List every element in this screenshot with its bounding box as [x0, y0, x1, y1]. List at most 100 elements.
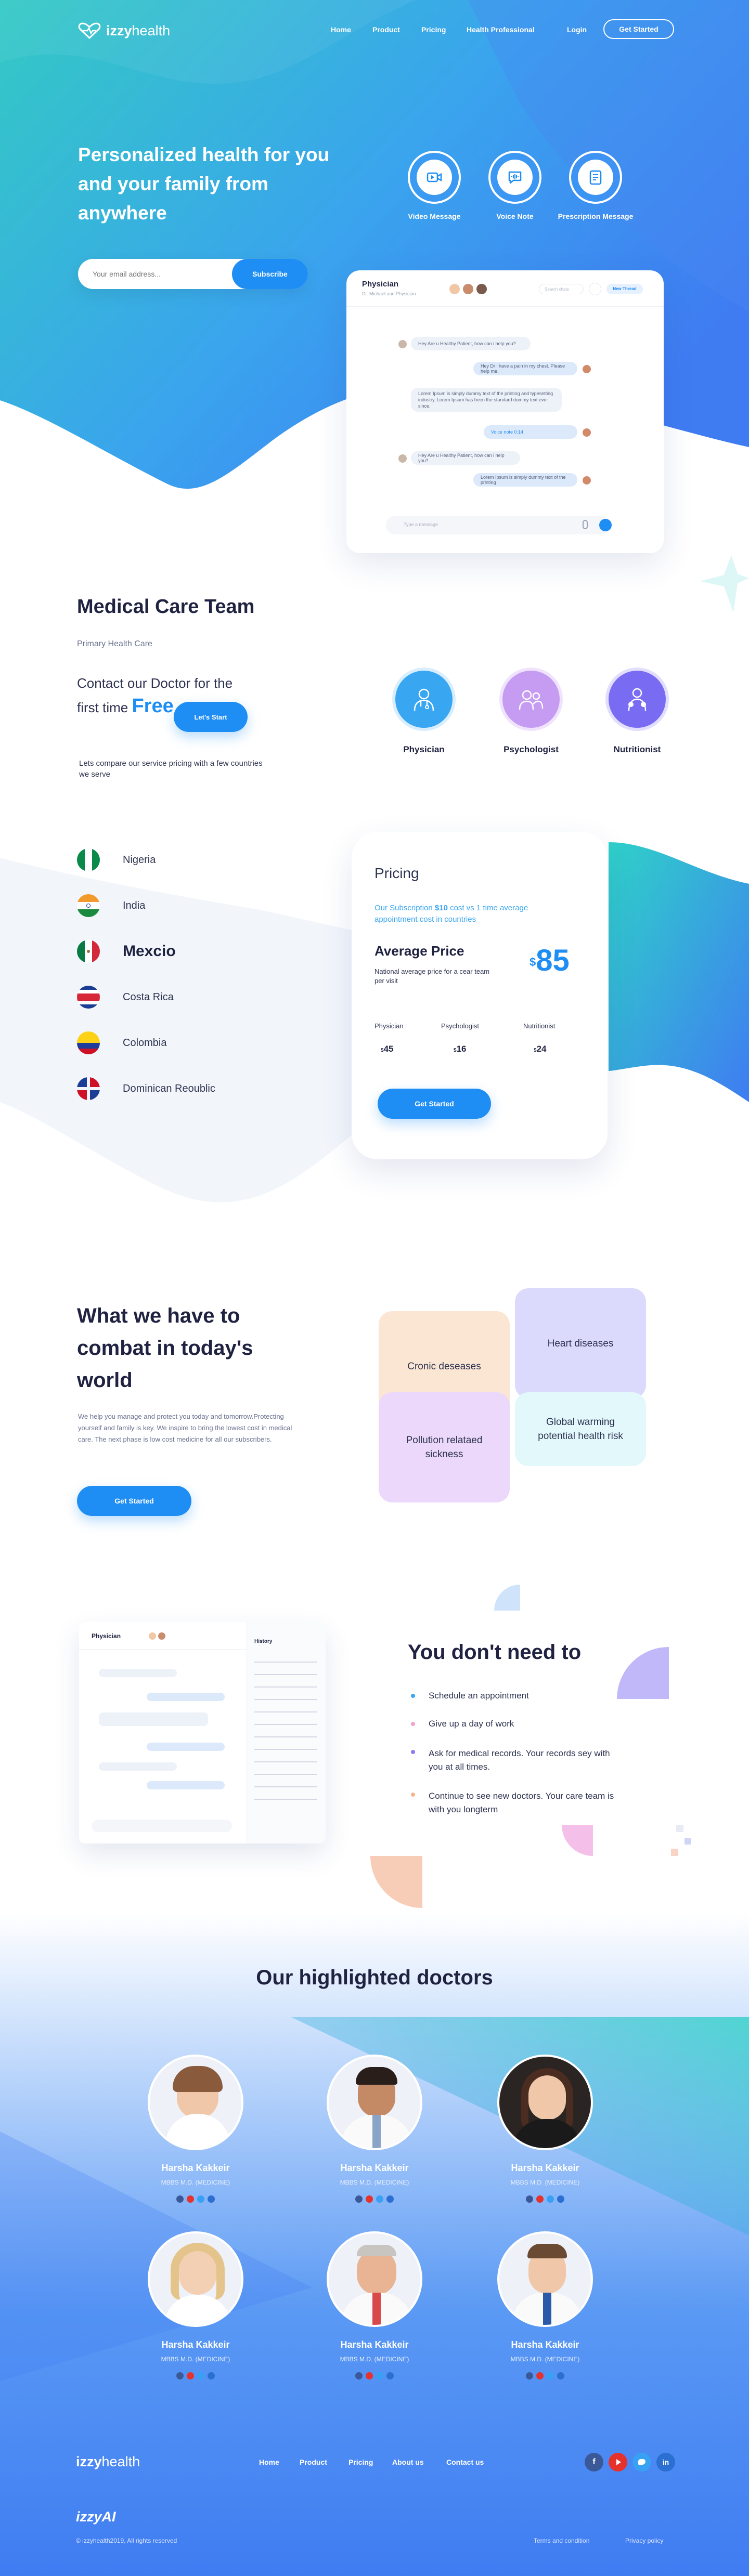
role-physician[interactable]: Physician	[392, 668, 456, 755]
brand-logo[interactable]: izzy health	[78, 22, 170, 40]
facebook-icon[interactable]	[355, 2372, 363, 2379]
doctor-card[interactable]: Harsha Kakkeir MBBS M.D. (MEDICINE)	[322, 2231, 427, 2379]
avatar	[583, 365, 591, 373]
doctor-name: Harsha Kakkeir	[340, 2163, 409, 2173]
hero-title: Personalized health for you and your fam…	[78, 144, 330, 224]
twitter-icon[interactable]	[376, 2195, 383, 2203]
footer-link-about[interactable]: About us	[392, 2458, 424, 2466]
nav-pricing[interactable]: Pricing	[421, 25, 446, 34]
linkedin-icon[interactable]	[208, 2195, 215, 2203]
linkedin-icon[interactable]	[208, 2372, 215, 2379]
doctor-card[interactable]: Harsha Kakkeir MBBS M.D. (MEDICINE)	[493, 2055, 597, 2203]
footer-link-contact[interactable]: Contact us	[446, 2458, 484, 2466]
lets-start-button[interactable]: Let's Start	[174, 702, 248, 732]
facebook-icon[interactable]	[526, 2372, 533, 2379]
youtube-icon[interactable]	[366, 2372, 373, 2379]
copyright: © izzyhealth2019, All rights reserved	[76, 2537, 177, 2544]
linkedin-icon[interactable]	[386, 2372, 394, 2379]
role-psychologist[interactable]: Psychologist	[499, 668, 563, 755]
footer-brand-bold: izzy	[76, 2454, 102, 2469]
chat-header: Physician Dr. Michael and Physician Sear…	[346, 270, 664, 307]
twitter-icon[interactable]	[547, 2195, 554, 2203]
linkedin-icon[interactable]: in	[656, 2453, 675, 2472]
subscribe-button[interactable]: Subscribe	[232, 259, 308, 289]
mini-input[interactable]	[92, 1820, 232, 1832]
nav-home[interactable]: Home	[331, 25, 351, 34]
mini-message	[99, 1712, 208, 1726]
country-mexico[interactable]: Mexcio	[77, 940, 176, 963]
get-started-nav-button[interactable]: Get Started	[603, 19, 674, 39]
izzyai-logo[interactable]: izzyAI	[76, 2509, 116, 2525]
role-nutritionist[interactable]: Nutritionist	[605, 668, 669, 755]
average-price-desc: National average price for a cear team p…	[374, 967, 490, 985]
country-name: India	[123, 899, 146, 911]
linkedin-icon[interactable]	[386, 2195, 394, 2203]
footer-link-product[interactable]: Product	[300, 2458, 327, 2466]
doctor-card[interactable]: Harsha Kakkeir MBBS M.D. (MEDICINE)	[322, 2055, 427, 2203]
linkedin-icon[interactable]	[557, 2195, 564, 2203]
country-dominican-republic[interactable]: Dominican Reoublic	[77, 1077, 215, 1100]
chat-message-input[interactable]: Type a message	[386, 516, 610, 534]
youtube-icon[interactable]	[536, 2372, 544, 2379]
youtube-icon[interactable]	[609, 2453, 627, 2472]
dont-need-item: Ask for medical records. Your records se…	[429, 1748, 610, 1772]
chat-search-input[interactable]: Search chats	[539, 284, 584, 294]
tile-global-warming: Global warming potential health risk	[515, 1392, 646, 1466]
twitter-icon[interactable]	[632, 2453, 651, 2472]
doctor-card[interactable]: Harsha Kakkeir MBBS M.D. (MEDICINE)	[144, 2231, 248, 2379]
facebook-icon[interactable]	[176, 2195, 184, 2203]
doctor-degree: MBBS M.D. (MEDICINE)	[510, 2356, 580, 2363]
twitter-icon[interactable]	[197, 2195, 204, 2203]
doctor-photo	[497, 2231, 593, 2327]
footer-brand-light: health	[101, 2454, 140, 2469]
chat-message: Lorem Ipsum is simply dummy text of the …	[473, 473, 577, 487]
nav-product[interactable]: Product	[372, 25, 400, 34]
country-name: Dominican Reoublic	[123, 1082, 215, 1094]
facebook-icon[interactable]: f	[585, 2453, 603, 2472]
terms-link[interactable]: Terms and condition	[534, 2537, 589, 2544]
country-costa-rica[interactable]: Costa Rica	[77, 986, 174, 1009]
country-colombia[interactable]: Colombia	[77, 1031, 166, 1054]
nav-health-professional[interactable]: Health Professional	[467, 25, 535, 34]
feature-prescription-message[interactable]: Prescription Message	[557, 151, 635, 220]
email-input[interactable]	[93, 259, 228, 289]
facebook-icon[interactable]	[526, 2195, 533, 2203]
dominican-flag-icon	[77, 1077, 100, 1100]
twitter-icon[interactable]	[376, 2372, 383, 2379]
country-nigeria[interactable]: Nigeria	[77, 848, 156, 871]
new-thread-button[interactable]: New Thread	[606, 284, 643, 294]
doctor-name: Harsha Kakkeir	[161, 2339, 230, 2350]
voice-note-message[interactable]: Voice note 0:14	[484, 425, 577, 439]
doctor-name: Harsha Kakkeir	[511, 2163, 579, 2173]
doctor-card[interactable]: Harsha Kakkeir MBBS M.D. (MEDICINE)	[493, 2231, 597, 2379]
youtube-icon[interactable]	[366, 2195, 373, 2203]
price-item-label: Nutritionist	[523, 1022, 556, 1030]
youtube-icon[interactable]	[187, 2195, 194, 2203]
twitter-icon[interactable]	[197, 2372, 204, 2379]
facebook-icon[interactable]	[176, 2372, 184, 2379]
linkedin-icon[interactable]	[557, 2372, 564, 2379]
mini-message	[147, 1693, 225, 1701]
youtube-icon[interactable]	[187, 2372, 194, 2379]
doctor-photo	[327, 2231, 422, 2327]
country-india[interactable]: India	[77, 894, 145, 917]
facebook-icon[interactable]	[355, 2195, 363, 2203]
privacy-link[interactable]: Privacy policy	[625, 2537, 663, 2544]
doctor-card[interactable]: Harsha Kakkeir MBBS M.D. (MEDICINE)	[144, 2055, 248, 2203]
doctor-name: Harsha Kakkeir	[161, 2163, 230, 2173]
feature-video-message[interactable]: Video Message	[395, 151, 473, 220]
combat-get-started-button[interactable]: Get Started	[77, 1486, 191, 1516]
pricing-get-started-button[interactable]: Get Started	[378, 1089, 491, 1119]
history-list[interactable]	[254, 1654, 317, 1800]
youtube-icon[interactable]	[536, 2195, 544, 2203]
microphone-icon[interactable]	[583, 520, 588, 529]
send-icon[interactable]	[599, 519, 612, 531]
twitter-icon[interactable]	[547, 2372, 554, 2379]
chat-message: Hey Are u Healthy Patient, how can i hel…	[411, 337, 531, 350]
feature-voice-note[interactable]: Voice Note	[476, 151, 554, 220]
settings-icon[interactable]	[589, 283, 601, 295]
nav-login[interactable]: Login	[567, 25, 587, 34]
footer-link-home[interactable]: Home	[259, 2458, 279, 2466]
footer-link-pricing[interactable]: Pricing	[348, 2458, 373, 2466]
footer-logo[interactable]: izzyhealth	[76, 2454, 140, 2470]
